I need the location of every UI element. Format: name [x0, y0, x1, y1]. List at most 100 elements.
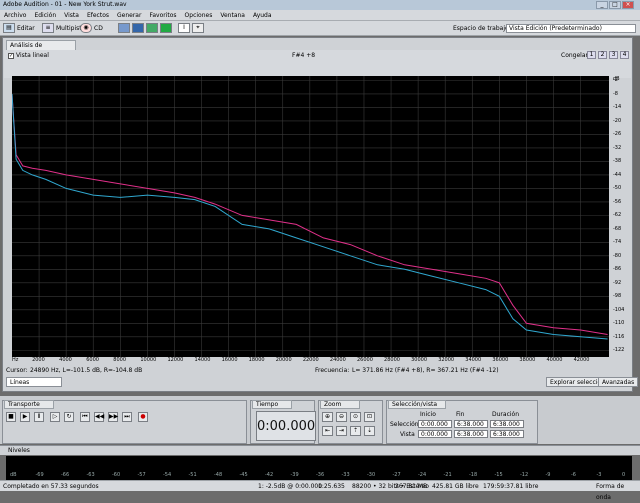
zoom-left-icon[interactable]: ⇤ — [322, 426, 333, 436]
record-icon[interactable]: ● — [138, 412, 148, 422]
level-scale-label: -45 — [239, 472, 248, 478]
view-start-field[interactable]: 0:00.000 — [418, 430, 452, 438]
menu-efectos[interactable]: Efectos — [83, 10, 113, 21]
pause-icon[interactable]: Ⅱ — [34, 412, 44, 422]
spectrum-chart[interactable] — [12, 76, 609, 357]
level-scale-label: -6 — [571, 472, 576, 478]
x-tick-label: 32000 — [438, 357, 455, 363]
levels-panel-header: Niveles — [0, 445, 640, 455]
menu-ayuda[interactable]: Ayuda — [249, 10, 276, 21]
view-row-label: Vista — [400, 431, 415, 438]
y-tick-label: -98 — [613, 293, 622, 300]
go-to-end-icon[interactable]: ⏭ — [122, 412, 132, 422]
stop-icon[interactable]: ■ — [6, 412, 16, 422]
view-end-field[interactable]: 6:38.000 — [454, 430, 488, 438]
tab-transport[interactable]: Transporte — [4, 400, 54, 409]
play-from-cursor-icon[interactable]: ▷ — [50, 412, 60, 422]
panel-header: ✓ Vista lineal F#4 +8 Congelar: 1 2 3 4 — [4, 50, 631, 78]
fast-forward-icon[interactable]: ▶▶ — [108, 412, 118, 422]
cd-icon[interactable]: ◉ — [80, 23, 92, 33]
x-tick-label: 42000 — [573, 357, 590, 363]
y-tick-label: -86 — [613, 266, 622, 273]
menu-vista[interactable]: Vista — [60, 10, 83, 21]
cursor-tool-icon[interactable]: I — [178, 23, 190, 33]
tab-zoom[interactable]: Zoom — [320, 400, 360, 409]
go-to-start-icon[interactable]: ⏮ — [80, 412, 90, 422]
menu-archivo[interactable]: Archivo — [0, 10, 30, 21]
zoom-in-vertical-icon[interactable]: ⇡ — [350, 426, 361, 436]
minimize-button[interactable]: _ — [596, 1, 608, 9]
x-tick-label: 12000 — [167, 357, 184, 363]
menu-ventana[interactable]: Ventana — [216, 10, 249, 21]
y-tick-label: -20 — [613, 117, 622, 124]
status-time: 1:25.635 — [318, 483, 345, 490]
selection-duration-field[interactable]: 6:38.000 — [490, 420, 524, 428]
level-scale-label: dB — [10, 472, 17, 478]
tab-levels[interactable]: Niveles — [8, 447, 30, 454]
y-tick-label: -110 — [613, 320, 625, 327]
edit-view-button[interactable]: Editar — [17, 23, 35, 34]
level-scale-label: -24 — [418, 472, 427, 478]
hybrid-tool-icon[interactable]: ⌖ — [192, 23, 204, 33]
workspace-select[interactable]: Vista Edición (Predeterminado) — [506, 24, 636, 33]
play-icon[interactable]: ▶ — [20, 412, 30, 422]
level-scale-label: -9 — [545, 472, 551, 478]
zoom-in-horizontal-icon[interactable]: ⊕ — [322, 412, 333, 422]
freeze-button-4[interactable]: 4 — [620, 51, 629, 59]
view-duration-field[interactable]: 6:38.000 — [490, 430, 524, 438]
level-scale-label: -57 — [137, 472, 146, 478]
menu-opciones[interactable]: Opciones — [181, 10, 217, 21]
y-tick-label: -14 — [613, 104, 622, 111]
level-scale-label: -12 — [520, 472, 529, 478]
level-scale-label: -33 — [341, 472, 350, 478]
y-tick-label: -68 — [613, 225, 622, 232]
linear-view-checkbox[interactable]: ✓ — [8, 53, 14, 59]
menu-favoritos[interactable]: Favoritos — [145, 10, 180, 21]
menu-generar[interactable]: Generar — [113, 10, 145, 21]
x-tick-label: 22000 — [302, 357, 319, 363]
spectral-pan-icon[interactable] — [146, 23, 158, 33]
x-tick-label: 4000 — [59, 357, 72, 363]
zoom-out-vertical-icon[interactable]: ⇣ — [364, 426, 375, 436]
selection-header-duration: Duración — [492, 411, 520, 418]
level-scale-label: -39 — [290, 472, 299, 478]
level-scale-label: 0 — [622, 472, 626, 478]
tab-frequency-analysis[interactable]: Análisis de frecuencia — [6, 40, 76, 58]
zoom-out-horizontal-icon[interactable]: ⊖ — [336, 412, 347, 422]
rewind-icon[interactable]: ◀◀ — [94, 412, 104, 422]
level-scale-label: -36 — [316, 472, 325, 478]
cd-button[interactable]: CD — [94, 23, 103, 34]
spectral-view-icon[interactable] — [132, 23, 144, 33]
advanced-button[interactable]: Avanzadas — [598, 377, 639, 387]
zoom-full-icon[interactable]: ⊙ — [350, 412, 361, 422]
status-message: Completado en 57.33 segundos — [3, 483, 99, 490]
freeze-button-3[interactable]: 3 — [609, 51, 618, 59]
selection-start-field[interactable]: 0:00.000 — [418, 420, 452, 428]
maximize-button[interactable]: □ — [609, 1, 621, 9]
edit-view-icon[interactable]: ▤ — [3, 23, 15, 33]
note-readout: F#4 +8 — [292, 52, 316, 59]
zoom-selection-icon[interactable]: ⊡ — [364, 412, 375, 422]
status-free-space: 425.81 GB libre — [432, 483, 479, 490]
multitrack-icon[interactable]: ≡ — [42, 23, 54, 33]
y-tick-label: -104 — [613, 306, 625, 313]
menu-edicion[interactable]: Edición — [30, 10, 60, 21]
selection-end-field[interactable]: 6:38.000 — [454, 420, 488, 428]
selection-header-start: Inicio — [420, 411, 436, 418]
x-tick-label: 36000 — [492, 357, 509, 363]
waveform-view-icon[interactable] — [118, 23, 130, 33]
close-button[interactable]: × — [622, 1, 634, 9]
freeze-button-2[interactable]: 2 — [598, 51, 607, 59]
loop-icon[interactable]: ↻ — [64, 412, 74, 422]
spectral-phase-icon[interactable] — [160, 23, 172, 33]
tab-time[interactable]: Tiempo — [252, 400, 292, 409]
level-scale-label: -69 — [35, 472, 44, 478]
x-tick-label: 14000 — [194, 357, 211, 363]
status-size: 267.81 MB — [395, 483, 428, 490]
level-scale-label: -63 — [86, 472, 95, 478]
zoom-right-icon[interactable]: ⇥ — [336, 426, 347, 436]
freeze-button-1[interactable]: 1 — [587, 51, 596, 59]
level-scale-label: -3 — [596, 472, 602, 478]
display-type-select[interactable]: Líneas — [6, 377, 62, 387]
tab-selection-view[interactable]: Selección/vista — [388, 400, 446, 409]
